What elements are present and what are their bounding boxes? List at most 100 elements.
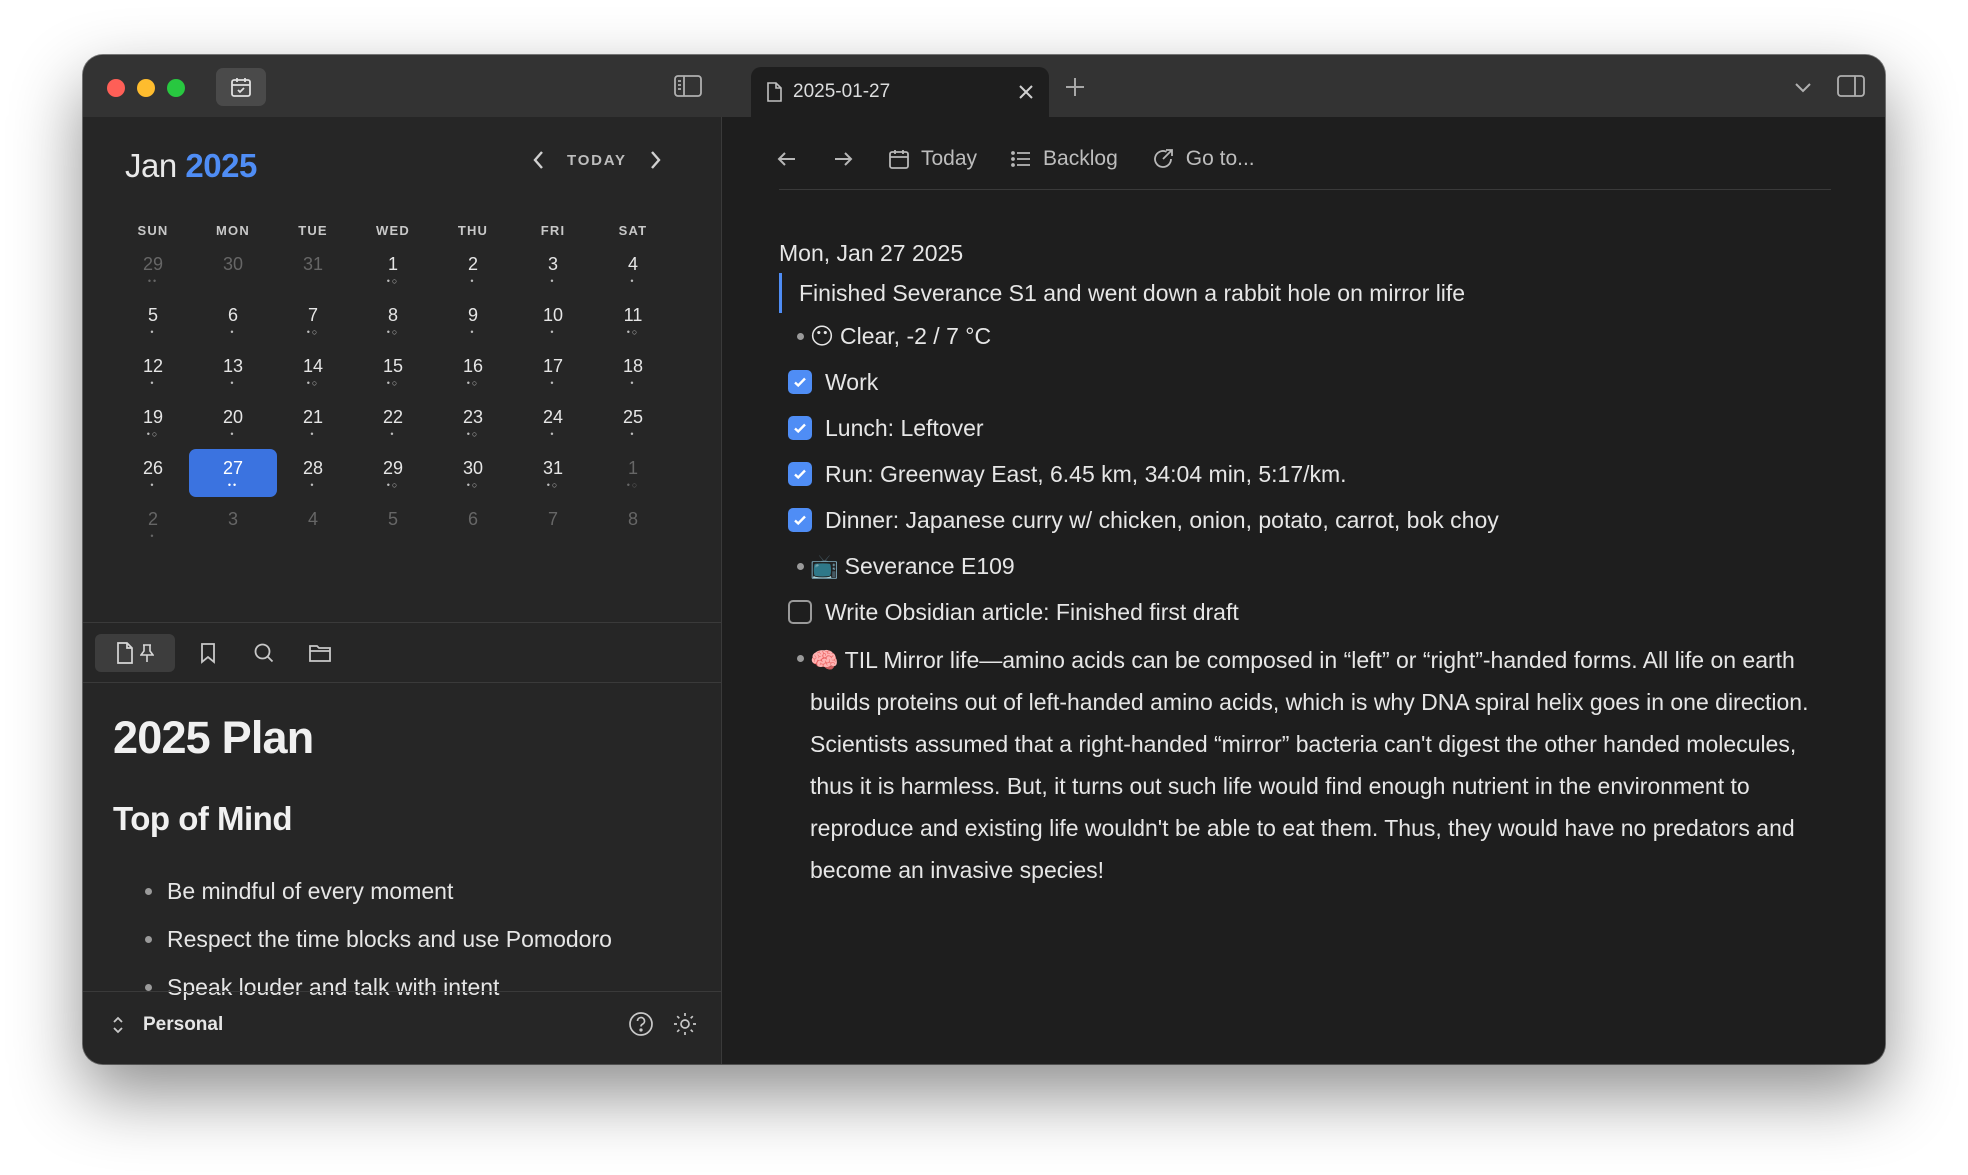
task-checkbox[interactable] bbox=[788, 600, 812, 624]
divider bbox=[83, 682, 721, 683]
day-number: 6 bbox=[467, 509, 478, 529]
calendar-day[interactable]: 7 •○ bbox=[273, 296, 353, 344]
calendar-day[interactable]: 8 bbox=[593, 500, 673, 548]
calendar-day[interactable]: 30 bbox=[193, 245, 273, 293]
calendar-day[interactable]: 8 •○ bbox=[353, 296, 433, 344]
day-number: 1 bbox=[627, 458, 638, 478]
task-checkbox[interactable] bbox=[788, 416, 812, 440]
tab-files[interactable] bbox=[297, 634, 343, 672]
calendar-day[interactable]: 31 bbox=[273, 245, 353, 293]
tab-pinned-note[interactable] bbox=[95, 634, 175, 672]
day-number: 30 bbox=[222, 254, 244, 274]
vault-switcher[interactable]: Personal bbox=[111, 1014, 223, 1036]
calendar-day[interactable]: 23 •○ bbox=[433, 398, 513, 446]
calendar-day[interactable]: 19 •○ bbox=[113, 398, 193, 446]
day-number: 7 bbox=[547, 509, 558, 529]
forward-button[interactable] bbox=[831, 147, 855, 171]
task-item[interactable]: Dinner: Japanese curry w/ chicken, onion… bbox=[779, 497, 1839, 543]
day-number: 29 bbox=[382, 458, 404, 478]
task-checkbox[interactable] bbox=[788, 508, 812, 532]
calendar-day[interactable]: 11 •○ bbox=[593, 296, 673, 344]
calendar-day[interactable]: 1 •○ bbox=[353, 245, 433, 293]
calendar-view-button[interactable] bbox=[216, 68, 266, 106]
task-item[interactable]: Run: Greenway East, 6.45 km, 34:04 min, … bbox=[779, 451, 1839, 497]
task-checkbox[interactable] bbox=[788, 370, 812, 394]
calendar-day[interactable]: 26 • bbox=[113, 449, 193, 497]
calendar-day[interactable]: 7 bbox=[513, 500, 593, 548]
calendar-day[interactable]: 1 •○ bbox=[593, 449, 673, 497]
calendar-day[interactable]: 9 • bbox=[433, 296, 513, 344]
day-note-dots: •• bbox=[227, 480, 239, 490]
gear-icon[interactable] bbox=[672, 1011, 698, 1037]
calendar-day[interactable]: 5 • bbox=[113, 296, 193, 344]
new-tab-button[interactable] bbox=[1061, 73, 1089, 101]
journal-content: Mon, Jan 27 2025 Finished Severance S1 a… bbox=[779, 235, 1839, 891]
calendar-day[interactable]: 29 •○ bbox=[353, 449, 433, 497]
calendar-day[interactable]: 25 • bbox=[593, 398, 673, 446]
chevron-right-icon[interactable] bbox=[645, 149, 665, 171]
calendar-weeks: 29 •• 30 31 1 •○ 2 • 3 • 4 • 5 • 6 • 7 •○ 8 •○ 9 • 10 • 11 •○ 12 • 1… bbox=[113, 245, 673, 551]
calendar-day[interactable]: 16 •○ bbox=[433, 347, 513, 395]
calendar-day[interactable]: 5 bbox=[353, 500, 433, 548]
calendar-day[interactable]: 10 • bbox=[513, 296, 593, 344]
day-number: 4 bbox=[307, 509, 318, 529]
left-sidebar-toggle[interactable] bbox=[673, 72, 703, 100]
calendar-day[interactable]: 6 • bbox=[193, 296, 273, 344]
calendar-day[interactable]: 31 •○ bbox=[513, 449, 593, 497]
day-number: 14 bbox=[302, 356, 324, 376]
day-note-dots: •○ bbox=[626, 480, 640, 490]
task-item[interactable]: Lunch: Leftover bbox=[779, 405, 1839, 451]
calendar-day[interactable]: 13 • bbox=[193, 347, 273, 395]
day-note-dots: • bbox=[630, 429, 636, 439]
tab-bookmarks[interactable] bbox=[185, 634, 231, 672]
calendar-day[interactable]: 2 • bbox=[433, 245, 513, 293]
goto-button[interactable]: Go to... bbox=[1150, 146, 1255, 172]
task-checkbox[interactable] bbox=[788, 462, 812, 486]
minimize-window-button[interactable] bbox=[137, 79, 155, 97]
task-item[interactable]: Work bbox=[779, 359, 1839, 405]
calendar-day[interactable]: 4 • bbox=[593, 245, 673, 293]
app-window: 2025-01-27 Jan 2025 TODAY SUN MON TUE WED TH… bbox=[83, 55, 1885, 1064]
calendar-day[interactable]: 18 • bbox=[593, 347, 673, 395]
today-button[interactable]: Today bbox=[887, 147, 977, 171]
calendar-day[interactable]: 30 •○ bbox=[433, 449, 513, 497]
calendar-day[interactable]: 29 •• bbox=[113, 245, 193, 293]
chevron-left-icon[interactable] bbox=[529, 149, 549, 171]
calendar-day[interactable]: 17 • bbox=[513, 347, 593, 395]
close-tab-icon[interactable] bbox=[1017, 83, 1035, 101]
day-note-dots: •○ bbox=[386, 327, 400, 337]
day-note-dots bbox=[193, 532, 273, 540]
task-text: Write Obsidian article: Finished first d… bbox=[825, 598, 1239, 625]
back-button[interactable] bbox=[775, 147, 799, 171]
help-icon[interactable] bbox=[628, 1011, 654, 1037]
tab-list-dropdown[interactable] bbox=[1791, 75, 1815, 99]
right-sidebar-toggle[interactable] bbox=[1836, 72, 1866, 100]
zoom-window-button[interactable] bbox=[167, 79, 185, 97]
journal-toolbar: Today Backlog Go to... bbox=[775, 139, 1287, 179]
calendar-day[interactable]: 21 • bbox=[273, 398, 353, 446]
day-number: 18 bbox=[622, 356, 644, 376]
calendar-day[interactable]: 3 • bbox=[513, 245, 593, 293]
calendar-day[interactable]: 4 bbox=[273, 500, 353, 548]
weather-emoji-icon: 😶 bbox=[810, 322, 834, 349]
calendar-day[interactable]: 22 • bbox=[353, 398, 433, 446]
calendar-day[interactable]: 20 • bbox=[193, 398, 273, 446]
calendar-day[interactable]: 3 bbox=[193, 500, 273, 548]
calendar-day[interactable]: 14 •○ bbox=[273, 347, 353, 395]
calendar-day[interactable]: 6 bbox=[433, 500, 513, 548]
calendar-day[interactable]: 28 • bbox=[273, 449, 353, 497]
calendar-day[interactable]: 15 •○ bbox=[353, 347, 433, 395]
bullet bbox=[797, 562, 804, 570]
backlog-button[interactable]: Backlog bbox=[1009, 147, 1118, 171]
task-item[interactable]: Write Obsidian article: Finished first d… bbox=[779, 589, 1839, 635]
calendar-day[interactable]: 2 • bbox=[113, 500, 193, 548]
calendar-day[interactable]: 12 • bbox=[113, 347, 193, 395]
calendar-day[interactable]: 24 • bbox=[513, 398, 593, 446]
calendar-today-button[interactable]: TODAY bbox=[567, 152, 627, 169]
close-window-button[interactable] bbox=[107, 79, 125, 97]
calendar-day-selected[interactable]: 27 •• bbox=[189, 449, 277, 497]
calendar-check-icon bbox=[231, 78, 251, 97]
weekday-label: WED bbox=[376, 223, 410, 238]
tab-search[interactable] bbox=[241, 634, 287, 672]
tab-daily-note[interactable]: 2025-01-27 bbox=[751, 67, 1049, 117]
